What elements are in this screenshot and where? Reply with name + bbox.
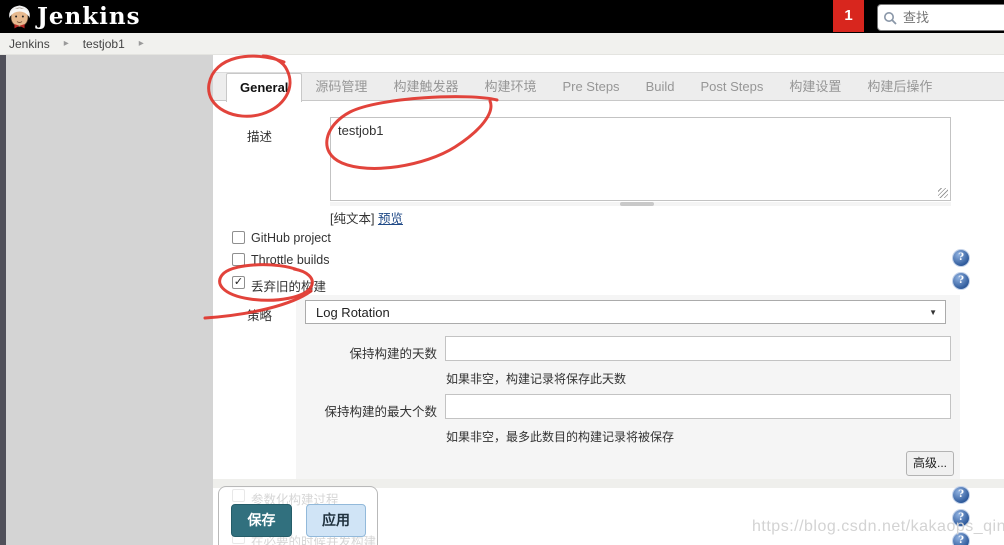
days-to-keep-input[interactable] bbox=[445, 336, 951, 361]
max-builds-label: 保持构建的最大个数 bbox=[324, 405, 437, 419]
apply-button[interactable]: 应用 bbox=[306, 504, 366, 537]
discard-old-builds-label: 丢弃旧的构建 bbox=[251, 280, 327, 294]
help-icon[interactable]: ? bbox=[953, 487, 969, 503]
tab-build-settings[interactable]: 构建设置 bbox=[776, 73, 854, 100]
config-tab-bar: General 源码管理 构建触发器 构建环境 Pre Steps Build … bbox=[213, 72, 1004, 102]
plain-text-mode-row: [纯文本] 预览 bbox=[330, 208, 403, 227]
plain-text-label: [纯文本] bbox=[330, 212, 375, 226]
textarea-drag-grip[interactable] bbox=[620, 202, 654, 206]
help-icon[interactable]: ? bbox=[953, 273, 969, 289]
strategy-label: 策略 bbox=[247, 309, 273, 323]
breadcrumb-job[interactable]: testjob1 bbox=[83, 37, 125, 51]
preview-link[interactable]: 预览 bbox=[378, 212, 403, 226]
jenkins-logo-text[interactable]: Jenkins bbox=[37, 2, 141, 32]
strategy-selected-value: Log Rotation bbox=[316, 304, 390, 320]
strategy-select[interactable]: Log Rotation ▼ bbox=[305, 300, 946, 324]
github-project-checkbox[interactable] bbox=[232, 231, 245, 244]
csdn-watermark: https://blog.csdn.net/kakaops_qing bbox=[752, 518, 1004, 535]
max-builds-input[interactable] bbox=[445, 394, 951, 419]
checkmark-icon: ✓ bbox=[233, 276, 244, 288]
textarea-resize-handle[interactable] bbox=[938, 188, 948, 198]
description-label: 描述 bbox=[247, 130, 273, 144]
description-textarea[interactable]: testjob1 bbox=[330, 117, 951, 201]
github-project-label: GitHub project bbox=[251, 231, 331, 245]
throttle-builds-label: Throttle builds bbox=[251, 253, 330, 267]
search-box bbox=[877, 4, 1004, 31]
tab-post-build-actions[interactable]: 构建后操作 bbox=[854, 73, 945, 100]
breadcrumb-home[interactable]: Jenkins bbox=[9, 37, 50, 51]
jenkins-butler-icon[interactable] bbox=[6, 3, 33, 30]
tab-pre-steps[interactable]: Pre Steps bbox=[549, 73, 632, 100]
throttle-builds-checkbox[interactable] bbox=[232, 253, 245, 266]
jenkins-config-page: Jenkins 1 Jenkins ▸ testjob1 ▸ General 源… bbox=[0, 0, 1004, 545]
max-builds-hint: 如果非空，最多此数目的构建记录将被保存 bbox=[446, 430, 675, 444]
notification-count-badge[interactable]: 1 bbox=[833, 0, 864, 32]
tab-general[interactable]: General bbox=[226, 73, 303, 102]
left-gutter bbox=[6, 55, 213, 545]
save-button[interactable]: 保存 bbox=[231, 504, 292, 537]
help-icon[interactable]: ? bbox=[953, 250, 969, 266]
search-icon bbox=[884, 11, 897, 25]
search-input[interactable] bbox=[901, 9, 995, 26]
chevron-right-icon: ▸ bbox=[63, 38, 69, 49]
tab-build-triggers[interactable]: 构建触发器 bbox=[380, 73, 471, 100]
days-to-keep-hint: 如果非空，构建记录将保存此天数 bbox=[446, 372, 627, 386]
tab-source-code-management[interactable]: 源码管理 bbox=[302, 73, 380, 100]
chevron-right-icon: ▸ bbox=[138, 38, 144, 49]
days-to-keep-label: 保持构建的天数 bbox=[349, 347, 437, 361]
advanced-button[interactable]: 高级... bbox=[906, 451, 954, 476]
tab-build-environment[interactable]: 构建环境 bbox=[471, 73, 549, 100]
chevron-down-icon: ▼ bbox=[929, 307, 937, 317]
discard-old-builds-checkbox[interactable]: ✓ bbox=[232, 276, 245, 289]
tab-post-steps[interactable]: Post Steps bbox=[687, 73, 776, 100]
tab-build[interactable]: Build bbox=[633, 73, 688, 100]
breadcrumb: Jenkins ▸ testjob1 ▸ bbox=[0, 33, 1004, 55]
